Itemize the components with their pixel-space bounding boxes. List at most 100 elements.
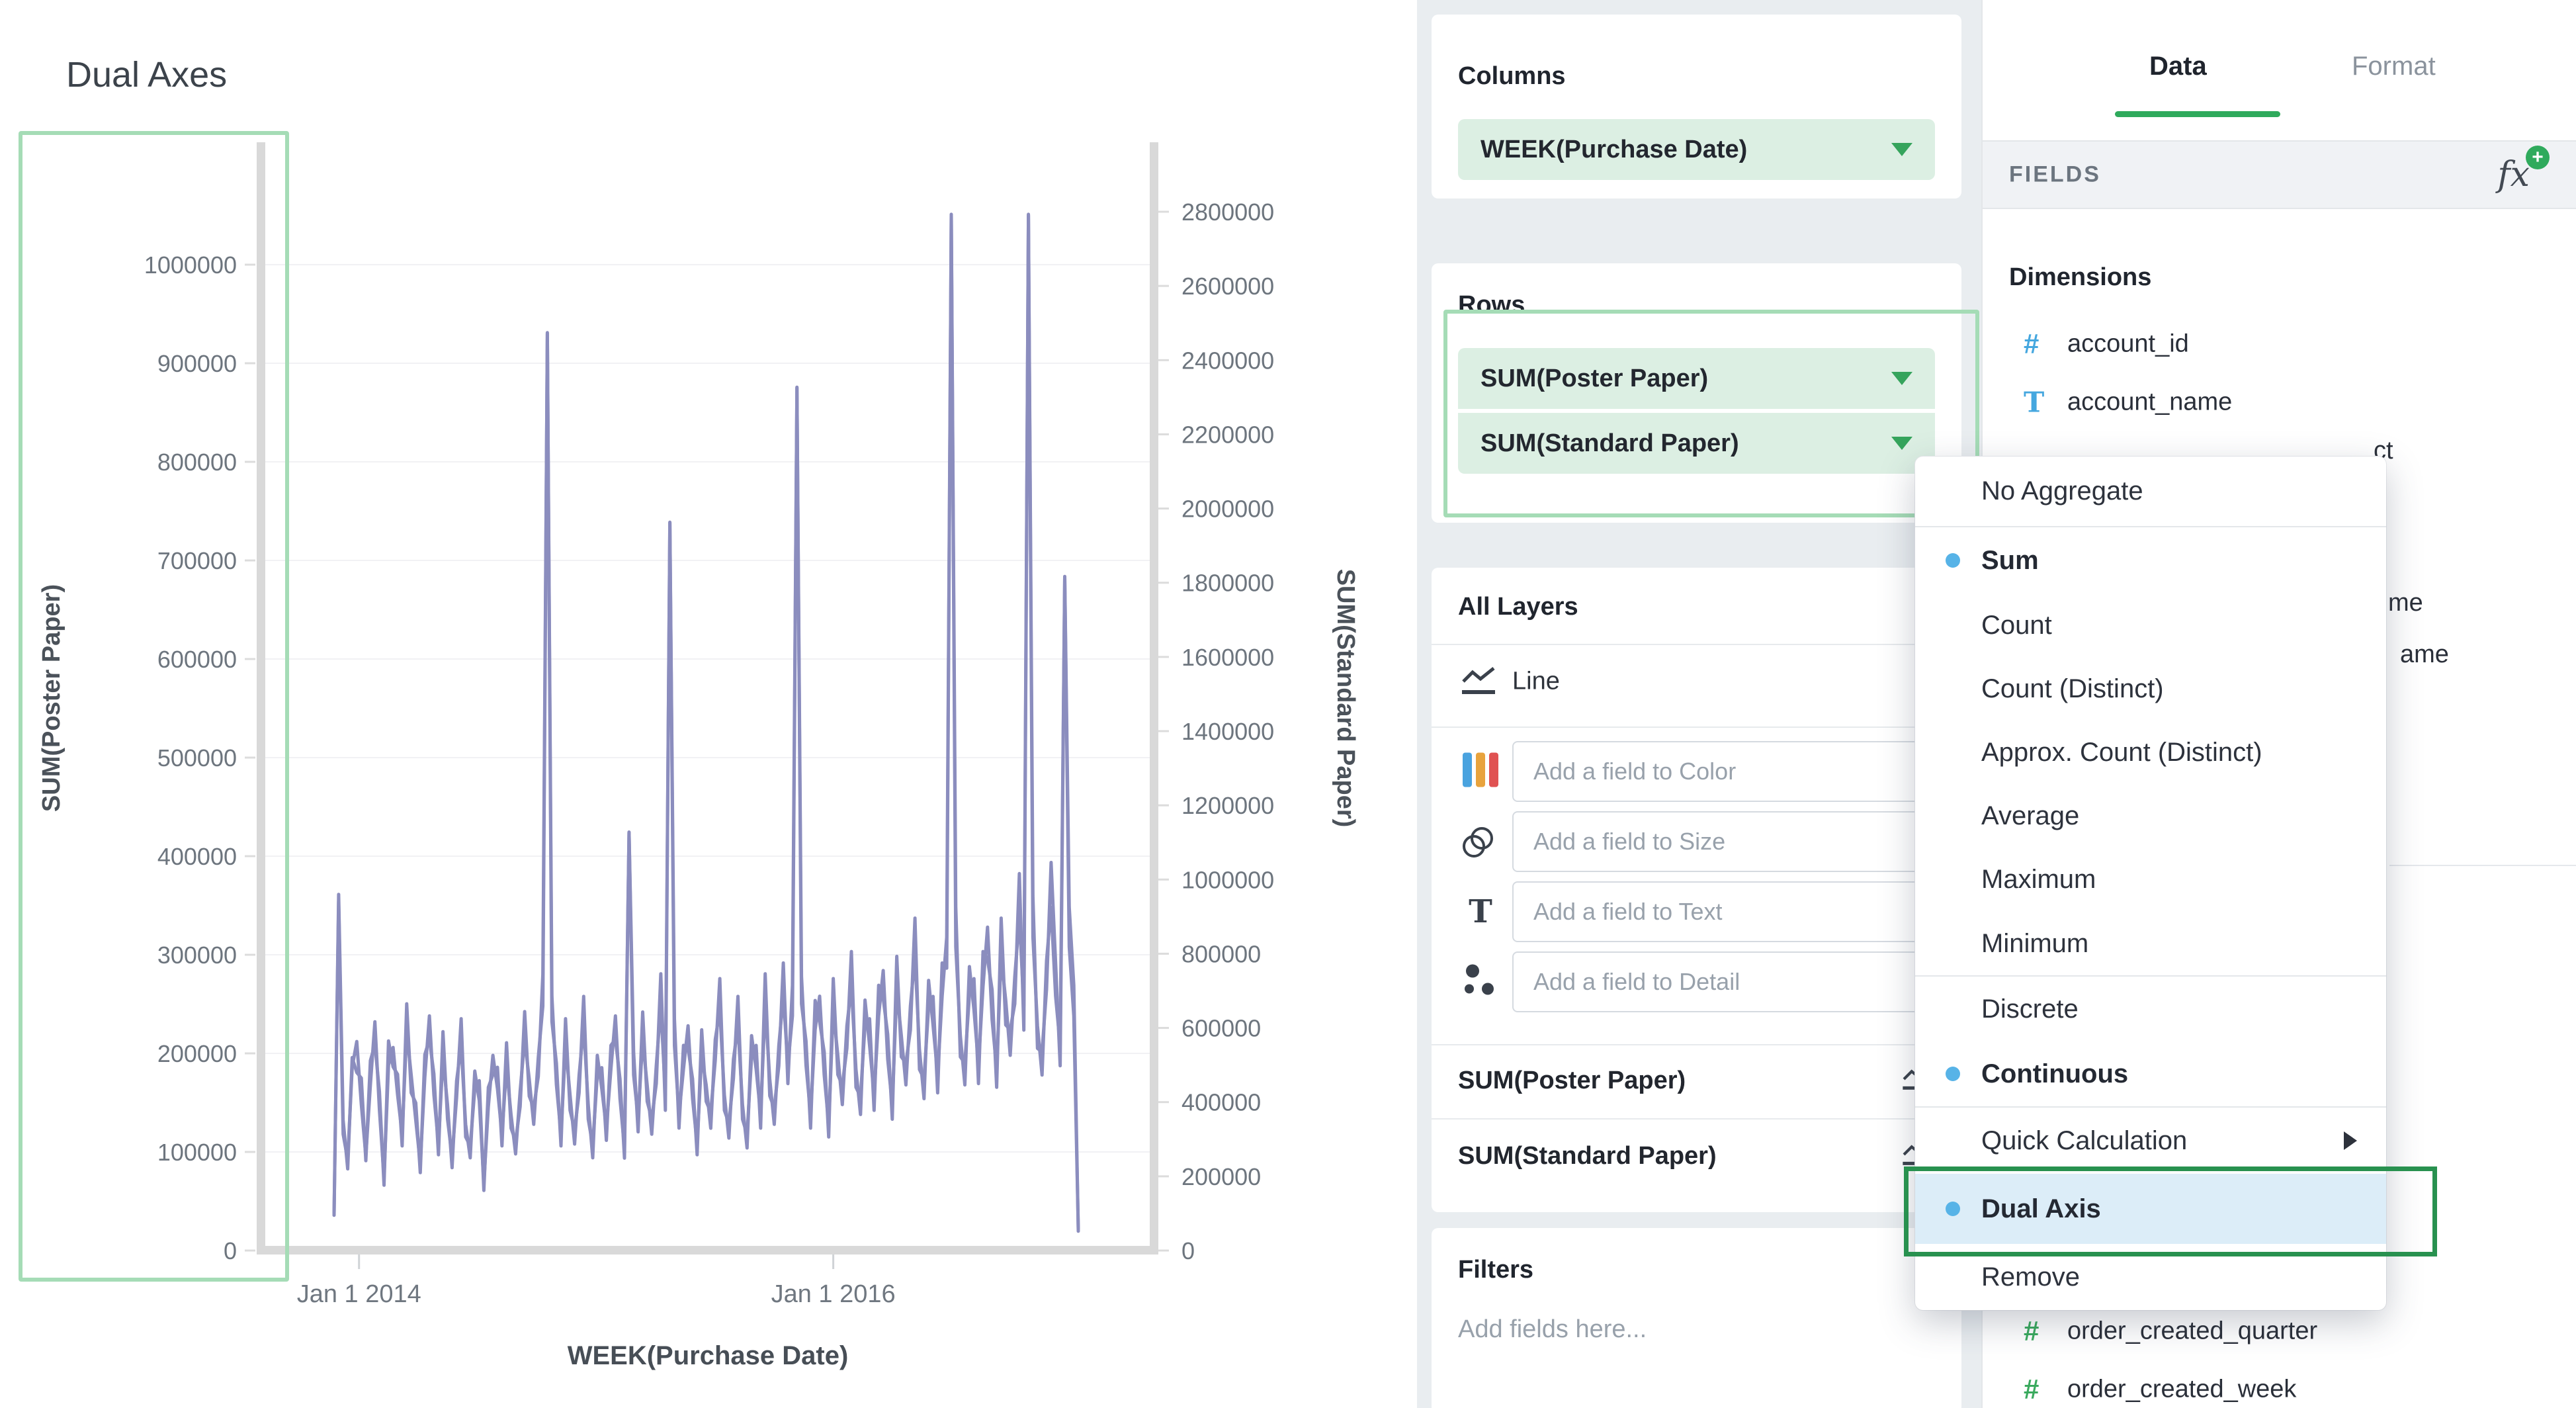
menu-item-maximum[interactable]: Maximum xyxy=(1915,848,2386,912)
menu-item-count-distinct-[interactable]: Count (Distinct) xyxy=(1915,657,2386,721)
number-icon: # xyxy=(2024,328,2039,360)
y-axis-tick-label: 600000 xyxy=(157,646,237,673)
fields-bar: FIELDS fx + xyxy=(1983,140,2576,209)
y2-axis-tick xyxy=(1158,582,1169,584)
y2-axis-tick-label: 2600000 xyxy=(1181,273,1274,300)
selected-dot-icon xyxy=(1946,553,1960,568)
menu-item-quick-calculation[interactable]: Quick Calculation xyxy=(1915,1108,2386,1174)
y2-axis-tick xyxy=(1158,1101,1169,1103)
columns-title: Columns xyxy=(1458,62,1566,91)
selected-dot-icon xyxy=(1946,1202,1960,1216)
menu-item-sum[interactable]: Sum xyxy=(1915,527,2386,594)
y-axis-tick-label: 900000 xyxy=(157,350,237,377)
x-axis-tick xyxy=(358,1254,360,1269)
y-axis-tick-label: 500000 xyxy=(157,744,237,771)
obscured-field-fragment: me xyxy=(2388,589,2423,617)
add-calculated-field-button[interactable]: fx + xyxy=(2497,155,2530,195)
drop-zone-input[interactable]: Add a field to Size xyxy=(1512,811,1935,872)
chevron-down-icon[interactable] xyxy=(1891,372,1912,385)
menu-item-continuous[interactable]: Continuous xyxy=(1915,1041,2386,1106)
pill-label: SUM(Standard Paper) xyxy=(1481,429,1739,458)
size-icon xyxy=(1459,824,1502,859)
y-axis-tick xyxy=(245,461,255,463)
number-icon-green: # xyxy=(2024,1315,2039,1347)
shelf-panel: Columns WEEK(Purchase Date) Rows SUM(Pos… xyxy=(1417,0,1981,1408)
y2-axis-tick xyxy=(1158,285,1169,287)
filters-shelf: Filters Add fields here... xyxy=(1432,1228,1961,1408)
menu-item-dual-axis[interactable]: Dual Axis xyxy=(1915,1174,2386,1244)
mark-type-row[interactable]: Line xyxy=(1432,648,1961,715)
rows-pill-sum-poster-paper-[interactable]: SUM(Poster Paper) xyxy=(1458,348,1935,409)
y-axis-tick-label: 1000000 xyxy=(144,251,237,279)
right-axis-bar xyxy=(1150,142,1158,1254)
y2-axis-tick xyxy=(1158,1250,1169,1252)
field-label: order_created_week xyxy=(2067,1376,2296,1404)
measure-row-1[interactable]: SUM(Poster Paper) xyxy=(1432,1052,1961,1109)
rows-pill-sum-standard-paper-[interactable]: SUM(Standard Paper) xyxy=(1458,413,1935,474)
chevron-down-icon[interactable] xyxy=(1891,437,1912,450)
field-label: account_name xyxy=(2067,388,2232,417)
field-account_id[interactable]: # account_id xyxy=(1983,315,2576,373)
y-axis-tick-label: 0 xyxy=(224,1237,237,1264)
y-axis-tick-label: 300000 xyxy=(157,942,237,969)
y2-axis-tick xyxy=(1158,507,1169,509)
menu-item-minimum[interactable]: Minimum xyxy=(1915,912,2386,975)
right-axis-title: SUM(Standard Paper) xyxy=(1332,569,1359,828)
selected-dot-icon xyxy=(1946,1067,1960,1081)
x-axis-tick xyxy=(832,1254,834,1269)
y-axis-tick xyxy=(245,560,255,562)
y-axis-tick xyxy=(245,954,255,956)
field-label: account_id xyxy=(2067,330,2189,359)
y2-axis-tick xyxy=(1158,1027,1169,1029)
y2-axis-tick-label: 800000 xyxy=(1181,940,1261,967)
drop-zone-input[interactable]: Add a field to Text xyxy=(1512,881,1935,942)
y2-axis-tick xyxy=(1158,656,1169,658)
filters-placeholder[interactable]: Add fields here... xyxy=(1458,1315,1647,1344)
field-label: order_created_quarter xyxy=(2067,1317,2317,1346)
tab-format[interactable]: Format xyxy=(2352,52,2436,81)
menu-item-discrete[interactable]: Discrete xyxy=(1915,977,2386,1041)
y2-axis-tick xyxy=(1158,1175,1169,1177)
measure-row-2[interactable]: SUM(Standard Paper) xyxy=(1432,1127,1961,1184)
tab-data[interactable]: Data xyxy=(2149,52,2207,81)
drop-zone-detail: Add a field to Detail xyxy=(1432,949,1961,1015)
aggregate-context-menu: No AggregateSumCountCount (Distinct)Appr… xyxy=(1915,457,2386,1310)
menu-item-approx-count-distinct-[interactable]: Approx. Count (Distinct) xyxy=(1915,721,2386,784)
number-icon-green: # xyxy=(2024,1374,2039,1405)
menu-item-remove[interactable]: Remove xyxy=(1915,1244,2386,1310)
drop-zone-text: TAdd a field to Text xyxy=(1432,879,1961,945)
columns-shelf: Columns WEEK(Purchase Date) xyxy=(1432,15,1961,198)
field-order_created_week[interactable]: # order_created_week xyxy=(1983,1360,2576,1408)
fields-header: FIELDS xyxy=(2009,162,2101,188)
y2-axis-tick-label: 1000000 xyxy=(1181,866,1274,893)
chart-region: Dual Axes 010000020000030000040000050000… xyxy=(0,0,1417,1408)
mark-type-label: Line xyxy=(1512,668,1560,696)
bottom-axis-bar xyxy=(257,1246,1158,1254)
color-icon xyxy=(1459,753,1502,791)
y2-axis-tick-label: 2800000 xyxy=(1181,198,1274,226)
y-axis-tick-label: 800000 xyxy=(157,449,237,476)
menu-item-no-aggregate[interactable]: No Aggregate xyxy=(1915,457,2386,526)
active-tab-underline xyxy=(2115,111,2280,117)
y2-axis-tick-label: 200000 xyxy=(1181,1163,1261,1190)
y2-axis-tick-label: 0 xyxy=(1181,1237,1195,1264)
y2-axis-tick-label: 600000 xyxy=(1181,1015,1261,1042)
field-order_created_quarter[interactable]: # order_created_quarter xyxy=(1983,1302,2576,1360)
y-axis-tick-label: 700000 xyxy=(157,547,237,574)
y-axis-tick-label: 400000 xyxy=(157,843,237,870)
drop-zone-input[interactable]: Add a field to Color xyxy=(1512,741,1935,802)
field-account_name[interactable]: Taccount_name xyxy=(1983,373,2576,431)
filters-title: Filters xyxy=(1458,1256,1533,1284)
menu-item-count[interactable]: Count xyxy=(1915,594,2386,657)
menu-item-average[interactable]: Average xyxy=(1915,784,2386,848)
y2-axis-tick-label: 1200000 xyxy=(1181,792,1274,819)
x-axis-title: WEEK(Purchase Date) xyxy=(568,1341,849,1370)
measure-label: SUM(Standard Paper) xyxy=(1458,1142,1717,1170)
drop-zone-input[interactable]: Add a field to Detail xyxy=(1512,951,1935,1012)
rows-title: Rows xyxy=(1458,291,1525,320)
chevron-down-icon[interactable] xyxy=(1891,143,1912,156)
all-layers-title: All Layers xyxy=(1458,593,1578,621)
y-axis-tick xyxy=(245,1053,255,1055)
columns-pill-week-purchase-date[interactable]: WEEK(Purchase Date) xyxy=(1458,119,1935,180)
y2-axis-tick xyxy=(1158,359,1169,361)
